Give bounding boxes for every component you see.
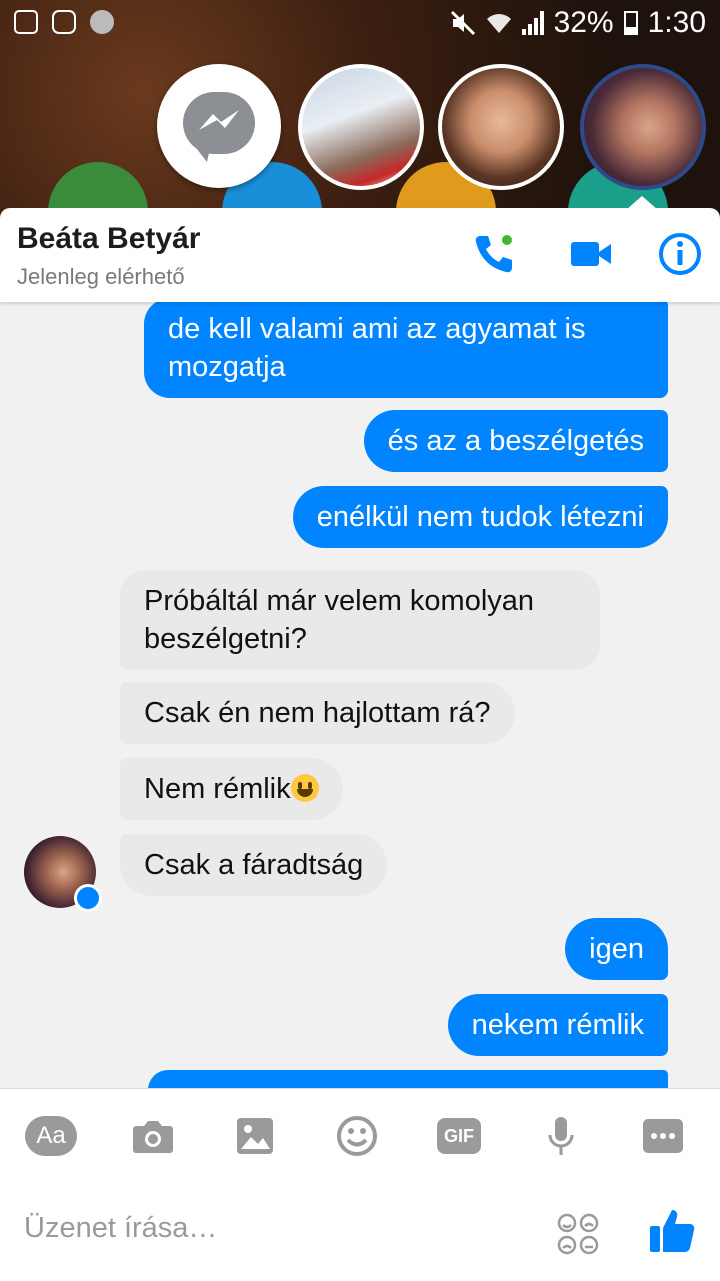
video-call-icon[interactable]	[568, 230, 616, 278]
contact-name[interactable]: Beáta Betyár	[17, 222, 200, 256]
presence-status: Jelenleg elérhető	[17, 264, 185, 289]
battery-percent: 32%	[553, 6, 614, 39]
contact-chat-head-active[interactable]	[580, 64, 706, 190]
message-input[interactable]: Üzenet írása…	[24, 1212, 217, 1245]
gif-label: GIF	[437, 1118, 481, 1154]
more-button[interactable]	[636, 1114, 690, 1158]
camera-button[interactable]	[126, 1114, 180, 1158]
info-icon[interactable]	[656, 230, 704, 278]
incoming-message[interactable]: Csak a fáradtság	[120, 834, 388, 896]
outgoing-message[interactable]: enélkül nem tudok létezni	[292, 486, 668, 548]
like-icon[interactable]	[648, 1206, 696, 1254]
instagram-icon	[52, 10, 76, 34]
message-list[interactable]: de kell valami ami az agyamat is mozgatj…	[0, 302, 720, 1088]
outgoing-message[interactable]: de kell valami ami az agyamat is mozgatj…	[144, 302, 668, 398]
messenger-badge-icon	[74, 884, 102, 912]
stickers-icon[interactable]	[556, 1212, 600, 1256]
gallery-icon	[14, 10, 38, 34]
voice-button[interactable]	[534, 1114, 588, 1158]
contact-chat-head-1[interactable]	[298, 64, 424, 190]
music-icon	[90, 10, 114, 34]
messenger-chat-head[interactable]	[157, 64, 281, 188]
conversation-header: Beáta Betyár Jelenleg elérhető	[0, 208, 720, 302]
image-icon	[237, 1118, 273, 1154]
signal-icon	[521, 11, 544, 35]
incoming-message[interactable]: Próbáltál már velem komolyan beszélgetni…	[120, 570, 600, 670]
gallery-button[interactable]	[228, 1114, 282, 1158]
text-format-button[interactable]: Aa	[24, 1114, 78, 1158]
outgoing-message[interactable]: igen	[565, 918, 668, 980]
gif-button[interactable]: GIF	[432, 1114, 486, 1158]
grinning-emoji-icon	[290, 774, 319, 802]
status-bar: 32% 1:30	[0, 0, 720, 48]
microphone-icon	[548, 1117, 574, 1155]
wifi-icon	[486, 14, 511, 33]
message-text: Nem rémlik	[144, 773, 291, 805]
clock: 1:30	[647, 6, 706, 39]
aa-label: Aa	[25, 1116, 77, 1156]
contact-chat-head-2[interactable]	[438, 64, 564, 190]
more-icon	[643, 1119, 683, 1153]
emoji-button[interactable]	[330, 1114, 384, 1158]
incoming-message[interactable]: Nem rémlik	[120, 758, 343, 820]
outgoing-message[interactable]: nekem rémlik	[447, 994, 668, 1056]
outgoing-message[interactable]: és az a beszélgetés	[363, 410, 668, 472]
smiley-icon	[337, 1116, 377, 1156]
incoming-message[interactable]: Csak én nem hajlottam rá?	[120, 682, 515, 744]
camera-icon	[133, 1121, 173, 1153]
battery-icon	[623, 11, 638, 35]
outgoing-message-partial[interactable]	[148, 1070, 668, 1088]
call-icon[interactable]	[470, 230, 518, 278]
mute-icon	[450, 10, 475, 36]
